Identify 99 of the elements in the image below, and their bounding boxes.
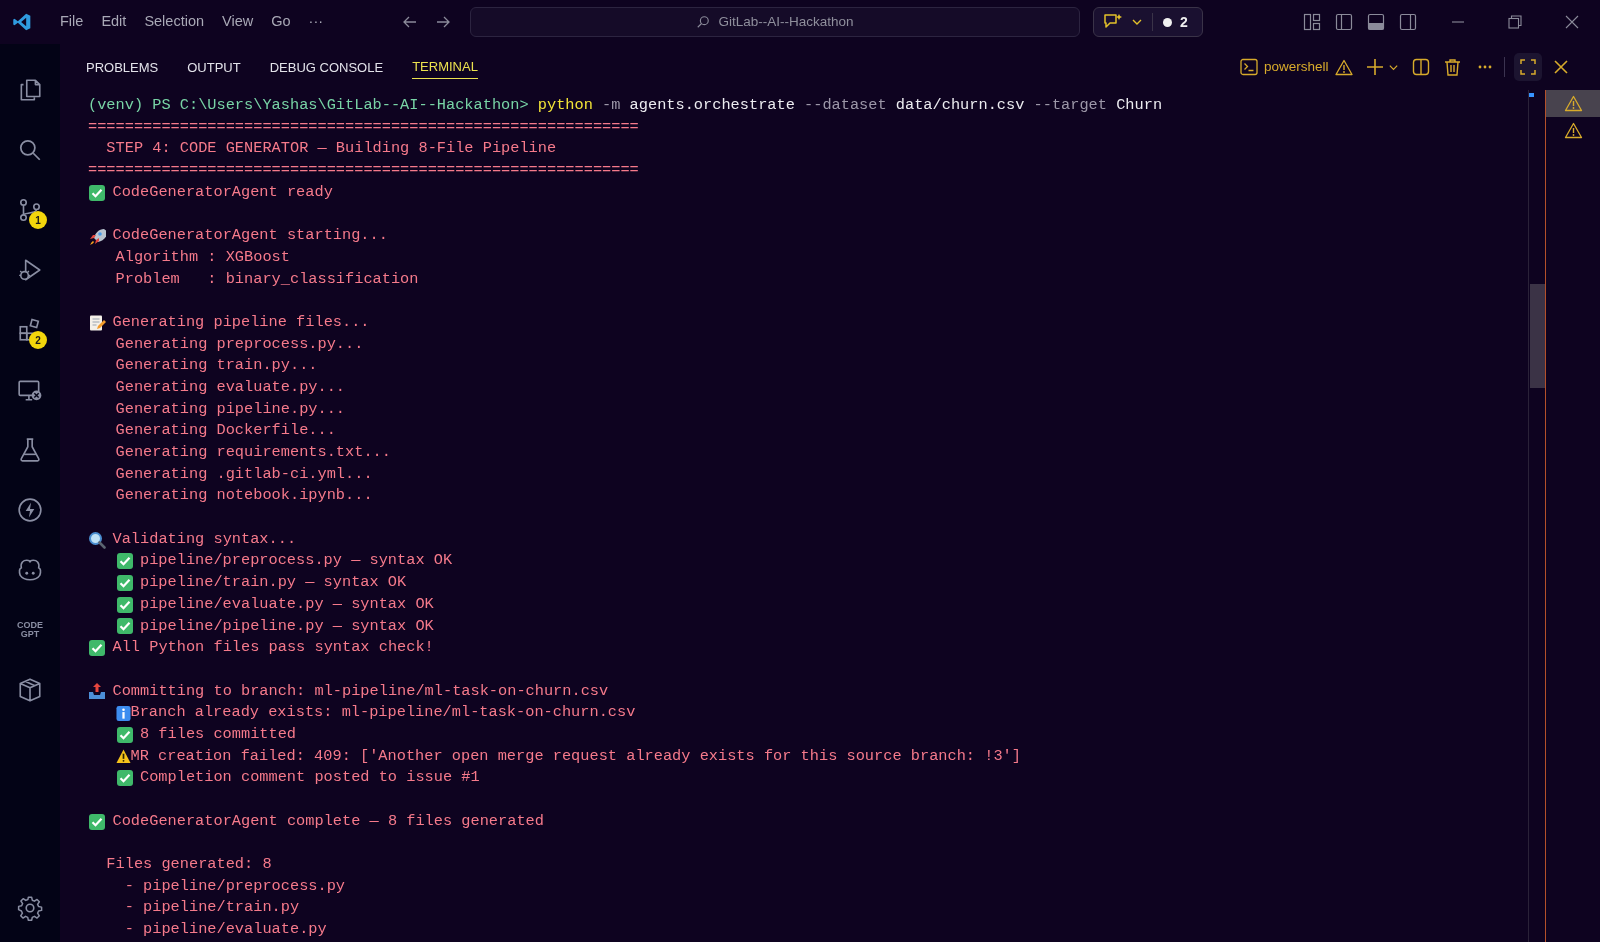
magnifier-icon — [88, 530, 106, 549]
scrollbar-thumb[interactable] — [1530, 284, 1545, 388]
terminal-line: Generating requirements.txt... — [114, 442, 391, 463]
warning-icon — [1563, 122, 1583, 139]
terminal-line: Completion comment posted to issue #1 — [140, 767, 480, 789]
robot-icon[interactable] — [17, 557, 43, 583]
check-icon — [115, 595, 134, 614]
terminal-line: CodeGeneratorAgent starting... — [112, 225, 388, 247]
ruler-mark — [1529, 93, 1534, 97]
warning-icon[interactable] — [1334, 58, 1353, 76]
close-icon[interactable] — [1553, 60, 1568, 74]
app-logo — [12, 12, 32, 32]
forward-arrow-icon[interactable] — [435, 14, 451, 30]
terminal-line: ============================================================ — [88, 116, 639, 138]
codegpt-logo[interactable]: CODE GPT — [14, 621, 46, 639]
package-icon[interactable] — [17, 677, 43, 703]
terminal-icon — [1240, 58, 1258, 76]
layout-grid-icon[interactable] — [1303, 13, 1321, 31]
check-icon — [88, 812, 106, 831]
chat-sparkle-icon[interactable] — [1103, 13, 1123, 31]
check-icon — [115, 725, 134, 744]
flask-icon[interactable] — [17, 437, 43, 463]
maximize-icon — [1519, 59, 1536, 75]
check-icon — [115, 573, 134, 592]
warning-icon — [115, 747, 131, 765]
check-icon — [88, 639, 106, 658]
panel-toggle-icon[interactable] — [1367, 13, 1385, 31]
terminal-line: Committing to branch: ml-pipeline/ml-task-on-churn.csv — [112, 680, 609, 702]
terminal-line: Generating pipeline files... — [112, 311, 370, 333]
terminal-line: pipeline/preprocess.py — syntax OK — [140, 550, 453, 572]
terminal-line: Generating notebook.ipynb... — [114, 485, 373, 507]
menu-item[interactable]: ··· — [300, 11, 332, 33]
count-badge: 1 — [29, 211, 47, 229]
branch-icon[interactable] — [17, 197, 43, 223]
maximize-button[interactable] — [1513, 53, 1542, 81]
terminal-line: Generating pipeline.py... — [114, 398, 346, 420]
terminal-line: - pipeline/train.py — [123, 897, 300, 919]
command-center-search[interactable]: GitLab--AI--Hackathon — [470, 7, 1080, 37]
terminal-line: Algorithm : XGBoost — [114, 246, 290, 268]
back-arrow-icon[interactable] — [402, 14, 418, 30]
settings-icon[interactable] — [17, 895, 43, 921]
terminal-line: Generating .gitlab-ci.yml... — [114, 463, 373, 485]
terminal-line: Branch already exists: ml-pipeline/ml-task-on-churn.csv — [130, 702, 636, 724]
panel-tab[interactable]: OUTPUT — [187, 58, 241, 78]
check-icon — [115, 552, 134, 571]
terminal-line: Problem : binary_classification — [114, 268, 419, 290]
dot-icon — [1163, 17, 1172, 27]
terminal-line: Generating Dockerfile... — [114, 420, 336, 442]
shell-name[interactable]: powershell — [1264, 56, 1329, 78]
terminal-line: pipeline/evaluate.py — syntax OK — [140, 593, 434, 615]
terminal-line: ============================================================ — [88, 160, 639, 182]
terminal-line: - pipeline/evaluate.py — [123, 919, 327, 941]
rocket-icon — [88, 226, 106, 245]
check-icon — [115, 769, 134, 788]
terminal-line: Files generated: 8 — [105, 854, 272, 876]
close-icon[interactable] — [1565, 15, 1579, 29]
terminal-line: STEP 4: CODE GENERATOR — Building 8-File Pipeline — [105, 138, 557, 160]
menu-item[interactable]: Go — [263, 11, 299, 33]
run-debug-icon[interactable] — [17, 257, 43, 283]
menu-item[interactable]: File — [52, 11, 92, 33]
menu-item[interactable]: View — [214, 11, 262, 33]
lightning-icon[interactable] — [17, 497, 43, 523]
warning-icon — [1563, 95, 1583, 112]
secondary-sidebar-icon[interactable] — [1399, 13, 1417, 31]
terminal-line: Generating preprocess.py... — [114, 333, 364, 355]
terminal-command: (venv) PS C:\Users\Yashas\GitLab--AI--Hackathon> python -m agents.orchestrate --dataset data/churn.csv --target Churn — [88, 95, 1163, 116]
search-icon — [696, 15, 711, 29]
split-icon[interactable] — [1411, 58, 1430, 76]
terminal-line: Generating evaluate.py... — [114, 376, 346, 398]
plus-icon[interactable] — [1365, 58, 1384, 76]
terminal-line: pipeline/train.py — syntax OK — [140, 572, 407, 594]
terminal-line: Validating syntax... — [112, 528, 297, 550]
notification-count: 2 — [1180, 12, 1188, 32]
panel-tab[interactable]: TERMINAL — [412, 57, 478, 79]
info-icon — [115, 704, 131, 722]
menu-item[interactable]: Selection — [136, 11, 213, 33]
search-icon[interactable] — [17, 137, 43, 163]
panel-tab[interactable]: DEBUG CONSOLE — [269, 58, 384, 78]
count-badge: 2 — [29, 331, 47, 349]
check-icon — [88, 183, 106, 202]
terminal-line: All Python files pass syntax check! — [112, 637, 434, 659]
terminal-line: 8 files committed — [140, 723, 297, 745]
check-icon — [115, 617, 134, 636]
terminal-list-item[interactable] — [1546, 90, 1600, 117]
memo-icon — [88, 313, 106, 332]
sidebar-toggle-icon[interactable] — [1335, 13, 1353, 31]
search-text: GitLab--AI--Hackathon — [718, 12, 854, 31]
menu-item[interactable]: Edit — [93, 11, 135, 33]
terminal-line: pipeline/pipeline.py — syntax OK — [140, 615, 434, 637]
terminal-line: Generating train.py... — [114, 355, 318, 377]
terminal-line: MR creation failed: 409: ['Another open merge request already exists for this source branch: !3'] — [130, 745, 1021, 767]
terminal-line: CodeGeneratorAgent complete — 8 files generated — [112, 810, 544, 832]
terminal-line: - pipeline/preprocess.py — [123, 875, 346, 897]
restore-icon[interactable] — [1508, 15, 1522, 29]
terminal-line: CodeGeneratorAgent ready — [112, 181, 333, 203]
more-icon[interactable] — [1477, 65, 1492, 69]
outbox-tray-icon — [88, 682, 106, 701]
trash-icon[interactable] — [1443, 58, 1461, 76]
panel-tab[interactable]: PROBLEMS — [86, 58, 159, 78]
